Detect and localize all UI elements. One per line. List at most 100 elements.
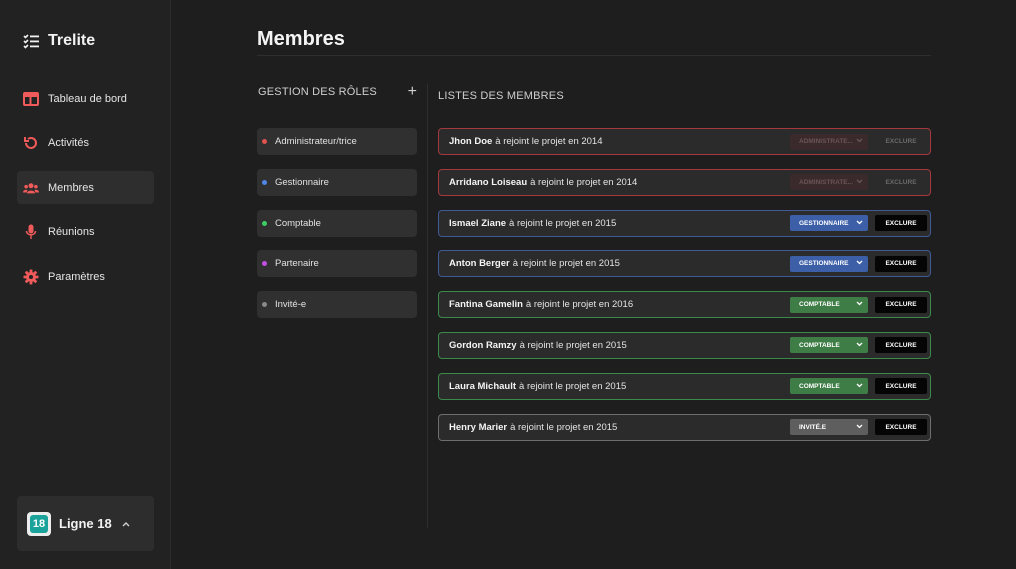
- role-color-dot: [262, 139, 267, 144]
- member-role-value: COMPTABLE: [799, 382, 840, 390]
- project-badge: 18: [27, 511, 51, 536]
- sidebar-item-4[interactable]: Réunions: [17, 216, 154, 249]
- project-name: Ligne 18: [59, 516, 112, 531]
- members-list: Jhon Doe à rejoint le projet en 2014 ADMIN…: [438, 128, 931, 454]
- member-name: Laura Michault: [449, 380, 517, 392]
- sidebar-item-3[interactable]: Membres: [17, 171, 154, 204]
- exclude-button[interactable]: EXCLURE: [875, 174, 927, 191]
- role-item[interactable]: Invité-e: [257, 291, 417, 319]
- role-color-dot: [262, 302, 267, 308]
- member-name: Anton Berger: [449, 258, 510, 270]
- exclude-button[interactable]: EXCLURE: [875, 337, 927, 354]
- role-item[interactable]: Comptable: [257, 209, 417, 237]
- chevron-down-icon: [856, 260, 863, 267]
- sidebar-item-label: Activités: [48, 137, 89, 149]
- member-role-value: COMPTABLE: [799, 341, 840, 349]
- member-row: Henry Marier à rejoint le projet en 2015 I…: [438, 413, 931, 441]
- role-item[interactable]: Partenaire: [257, 250, 417, 278]
- member-joined-text: à rejoint le projet en 2015: [512, 258, 620, 270]
- project-badge-number: 18: [30, 514, 48, 533]
- member-row: Fantina Gamelin à rejoint le projet en 20…: [438, 291, 931, 319]
- role-item[interactable]: Gestionnaire: [257, 168, 417, 196]
- sidebar-item-5[interactable]: Paramètres: [17, 260, 154, 293]
- member-role-value: ADMINISTRATE...: [799, 178, 854, 186]
- role-color-dot: [262, 261, 267, 267]
- member-role-select[interactable]: GESTIONNAIRE: [790, 215, 868, 232]
- member-row: Gordon Ramzy à rejoint le projet en 2015 C…: [438, 331, 931, 359]
- exclude-button[interactable]: EXCLURE: [875, 378, 927, 395]
- member-name: Henry Marier: [449, 421, 508, 433]
- members-section-title: LISTES DES MEMBRES: [438, 90, 564, 102]
- member-joined-text: à rejoint le projet en 2015: [519, 380, 627, 392]
- chevron-down-icon: [856, 301, 863, 308]
- member-joined-text: à rejoint le projet en 2015: [519, 339, 627, 351]
- member-name: Jhon Doe: [449, 136, 493, 147]
- role-label: Invité-e: [275, 299, 307, 311]
- project-switcher[interactable]: 18 Ligne 18: [17, 496, 154, 551]
- chevron-down-icon: [856, 342, 863, 349]
- column-divider: [427, 84, 428, 528]
- role-item[interactable]: Administrateur/trice: [257, 128, 417, 155]
- roles-header: GESTION DES RÔLES +: [258, 84, 417, 100]
- users-icon: [23, 180, 39, 196]
- member-role-value: GESTIONNAIRE: [799, 260, 849, 268]
- member-role-select[interactable]: COMPTABLE: [790, 378, 868, 395]
- exclude-button[interactable]: EXCLURE: [875, 133, 927, 150]
- history-icon: [23, 135, 39, 151]
- member-row: Jhon Doe à rejoint le projet en 2014 ADMIN…: [438, 128, 931, 155]
- sidebar: Trelite Tableau de bord Activités Membres R…: [0, 0, 171, 569]
- chevron-up-icon: [122, 519, 130, 529]
- member-joined-text: à rejoint le projet en 2016: [525, 299, 634, 311]
- member-name: Gordon Ramzy: [449, 339, 517, 351]
- sidebar-item-label: Membres: [48, 181, 94, 194]
- gear-icon: [23, 269, 39, 285]
- app-name: Trelite: [48, 32, 96, 49]
- member-role-select[interactable]: INVITÉ.E: [790, 419, 868, 436]
- member-role-select[interactable]: GESTIONNAIRE: [790, 255, 868, 272]
- member-joined-text: à rejoint le projet en 2014: [495, 136, 603, 147]
- role-color-dot: [262, 220, 267, 226]
- exclude-button[interactable]: EXCLURE: [875, 296, 927, 313]
- role-label: Gestionnaire: [275, 176, 329, 188]
- member-role-select[interactable]: ADMINISTRATE...: [790, 133, 868, 150]
- role-color-dot: [262, 179, 267, 185]
- member-joined-text: à rejoint le projet en 2015: [510, 421, 618, 433]
- dashboard-icon: [23, 91, 39, 107]
- exclude-button[interactable]: EXCLURE: [875, 255, 927, 272]
- role-label: Comptable: [275, 217, 321, 229]
- member-role-select[interactable]: COMPTABLE: [790, 337, 868, 354]
- sidebar-item-1[interactable]: Tableau de bord: [17, 82, 154, 115]
- sidebar-item-label: Paramètres: [48, 270, 105, 283]
- sidebar-nav: Tableau de bord Activités Membres Réunions P…: [17, 82, 154, 305]
- member-row: Ismael Ziane à rejoint le projet en 2015 G…: [438, 209, 931, 237]
- role-label: Administrateur/trice: [275, 136, 357, 147]
- add-role-button[interactable]: +: [408, 84, 417, 100]
- brand[interactable]: Trelite: [22, 30, 95, 52]
- member-joined-text: à rejoint le projet en 2015: [509, 217, 617, 229]
- member-role-select[interactable]: ADMINISTRATE...: [790, 174, 868, 191]
- chevron-down-icon: [856, 424, 863, 431]
- microphone-icon: [23, 224, 39, 240]
- sidebar-item-label: Tableau de bord: [48, 92, 127, 105]
- exclude-button[interactable]: EXCLURE: [875, 419, 927, 436]
- member-row: Anton Berger à rejoint le projet en 2015 G…: [438, 250, 931, 278]
- chevron-down-icon: [856, 138, 863, 145]
- task-list-icon: [22, 32, 40, 50]
- roles-section-title: GESTION DES RÔLES: [258, 86, 377, 98]
- member-role-value: INVITÉ.E: [799, 423, 827, 431]
- member-joined-text: à rejoint le projet en 2014: [530, 176, 638, 188]
- roles-list: Administrateur/trice Gestionnaire Comptabl…: [257, 128, 417, 332]
- member-role-value: GESTIONNAIRE: [799, 219, 849, 227]
- sidebar-item-2[interactable]: Activités: [17, 127, 154, 160]
- member-role-value: COMPTABLE: [799, 301, 840, 309]
- member-name: Ismael Ziane: [449, 217, 507, 229]
- member-role-select[interactable]: COMPTABLE: [790, 296, 868, 313]
- members-header: LISTES DES MEMBRES: [438, 86, 564, 104]
- page-title: Membres: [257, 28, 345, 50]
- exclude-button[interactable]: EXCLURE: [875, 215, 927, 232]
- member-row: Arridano Loiseau à rejoint le projet en 2…: [438, 168, 931, 196]
- chevron-down-icon: [856, 383, 863, 390]
- chevron-down-icon: [856, 220, 863, 227]
- member-row: Laura Michault à rejoint le projet en 201…: [438, 372, 931, 400]
- sidebar-item-label: Réunions: [48, 226, 95, 238]
